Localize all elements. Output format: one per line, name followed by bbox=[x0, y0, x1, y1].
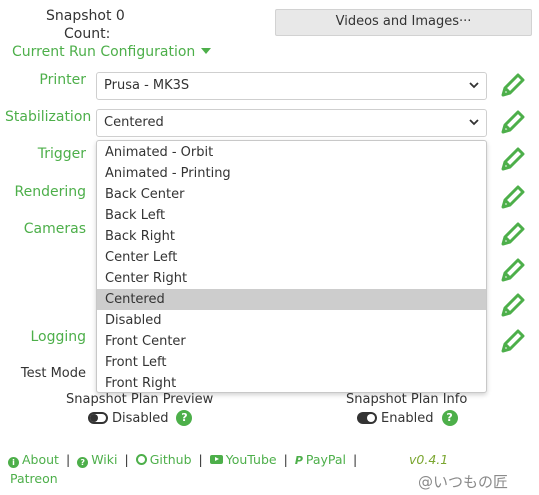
pencil-icon[interactable] bbox=[498, 144, 528, 174]
stabilization-dropdown-list[interactable]: Animated - Orbit Animated - Printing Bac… bbox=[96, 140, 487, 393]
pencil-icon[interactable] bbox=[498, 182, 528, 212]
current-run-configuration-toggle[interactable]: Current Run Configuration bbox=[12, 44, 212, 60]
printer-label: Printer bbox=[39, 72, 86, 88]
trigger-label: Trigger bbox=[37, 146, 86, 162]
snapshot-plan-info-toggle-group: Enabled ? bbox=[357, 410, 458, 426]
dropdown-option[interactable]: Animated - Printing bbox=[97, 163, 486, 184]
about-label: About bbox=[22, 452, 59, 467]
footer-links: i About |? Wiki | Github | YouTube | P PayPal | bbox=[8, 452, 364, 468]
question-circle-icon[interactable]: ? bbox=[441, 410, 458, 426]
info-icon: i bbox=[8, 457, 19, 468]
pencil-icon[interactable] bbox=[498, 70, 528, 100]
dropdown-option[interactable]: Front Right bbox=[97, 373, 486, 392]
watermark-text: @いつもの匠 bbox=[418, 473, 509, 491]
dropdown-option[interactable]: Animated - Orbit bbox=[97, 142, 486, 163]
dropdown-option[interactable]: Back Center bbox=[97, 184, 486, 205]
youtube-link[interactable]: YouTube bbox=[209, 452, 277, 467]
printer-select[interactable]: Prusa - MK3S bbox=[96, 72, 487, 100]
dropdown-option[interactable]: Disabled bbox=[97, 310, 486, 331]
dropdown-option[interactable]: Back Left bbox=[97, 205, 486, 226]
version-label: v0.4.1 bbox=[409, 452, 449, 467]
pencil-icon[interactable] bbox=[498, 107, 528, 137]
snapshot-plan-preview-toggle-group: Disabled ? bbox=[88, 410, 193, 426]
plan-preview-state: Disabled bbox=[112, 410, 169, 426]
github-link[interactable]: Github bbox=[135, 452, 192, 467]
dropdown-option[interactable]: Front Center bbox=[97, 331, 486, 352]
test-mode-label: Test Mode bbox=[20, 366, 86, 381]
stabilization-select[interactable]: Centered bbox=[96, 109, 487, 137]
chevron-down-icon bbox=[469, 82, 479, 89]
github-label: Github bbox=[149, 452, 192, 467]
about-link[interactable]: i About bbox=[8, 452, 59, 468]
pencil-icon[interactable] bbox=[498, 255, 528, 285]
paypal-link[interactable]: P PayPal bbox=[295, 452, 346, 467]
paypal-label: PayPal bbox=[305, 452, 347, 467]
youtube-icon bbox=[209, 455, 223, 464]
dropdown-option-selected[interactable]: Centered bbox=[97, 289, 486, 310]
snapshot-plan-preview-label: Snapshot Plan Preview bbox=[66, 392, 214, 407]
snapshot-title: Snapshot 0 bbox=[46, 8, 125, 24]
pencil-icon[interactable] bbox=[498, 290, 528, 320]
question-circle-icon[interactable]: ? bbox=[176, 410, 193, 426]
plan-preview-toggle[interactable] bbox=[88, 412, 108, 424]
logging-label: Logging bbox=[30, 329, 86, 345]
cameras-label: Cameras bbox=[23, 221, 86, 237]
wiki-label: Wiki bbox=[91, 452, 118, 467]
videos-and-images-button[interactable]: Videos and Images··· bbox=[275, 9, 532, 36]
patreon-link[interactable]: Patreon bbox=[10, 471, 58, 486]
dropdown-option[interactable]: Center Left bbox=[97, 247, 486, 268]
caret-down-icon bbox=[201, 48, 212, 54]
youtube-label: YouTube bbox=[225, 452, 277, 467]
dropdown-option[interactable]: Back Right bbox=[97, 226, 486, 247]
wiki-link[interactable]: ? Wiki bbox=[77, 452, 118, 468]
plan-info-toggle[interactable] bbox=[357, 412, 377, 424]
run-config-label: Current Run Configuration bbox=[12, 44, 196, 60]
chevron-down-icon bbox=[469, 119, 479, 126]
rendering-label: Rendering bbox=[14, 184, 87, 200]
github-icon bbox=[135, 454, 147, 465]
dropdown-option[interactable]: Center Right bbox=[97, 268, 486, 289]
plan-info-state: Enabled bbox=[381, 410, 434, 426]
dropdown-option[interactable]: Front Left bbox=[97, 352, 486, 373]
pencil-icon[interactable] bbox=[498, 219, 528, 249]
stabilization-label: Stabilization bbox=[5, 109, 92, 125]
stabilization-select-value: Centered bbox=[104, 115, 164, 130]
paypal-icon: P bbox=[294, 454, 303, 467]
snapshot-count-label: Count: bbox=[64, 26, 111, 42]
printer-select-value: Prusa - MK3S bbox=[104, 78, 190, 93]
pencil-icon[interactable] bbox=[498, 326, 528, 356]
question-circle-icon: ? bbox=[77, 457, 89, 468]
snapshot-plan-info-label: Snapshot Plan Info bbox=[346, 392, 468, 407]
